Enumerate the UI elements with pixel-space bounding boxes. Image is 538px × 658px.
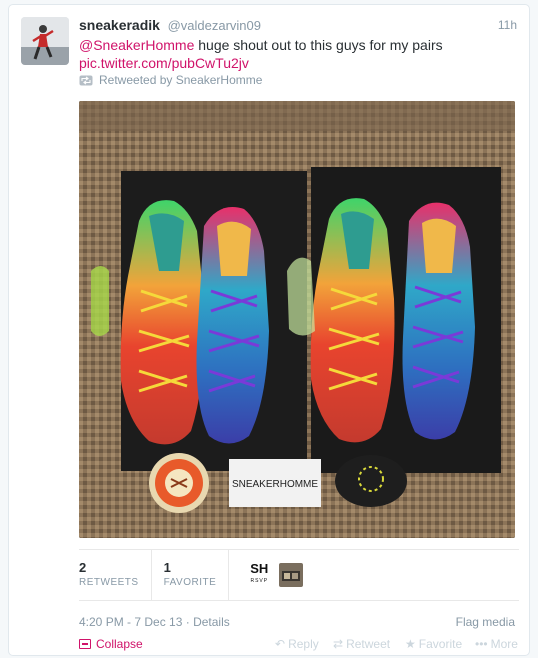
more-label: More: [490, 637, 518, 651]
reply-action[interactable]: ↶ Reply: [275, 637, 319, 651]
favoriter-avatar[interactable]: [279, 563, 304, 587]
user-handle[interactable]: @valdezarvin09: [168, 18, 261, 33]
user-avatar[interactable]: [21, 17, 69, 65]
tweet-time[interactable]: 11h: [498, 18, 517, 32]
favorites-stat[interactable]: 1 FAVORITE: [164, 550, 230, 600]
retweets-stat[interactable]: 2 RETWEETS: [79, 550, 152, 600]
tweet-text: @SneakerHomme huge shout out to this guy…: [79, 36, 517, 72]
retweet-icon: [79, 75, 93, 85]
retweets-count: 2: [79, 560, 87, 575]
star-icon: ★: [405, 637, 416, 651]
favorite-action[interactable]: ★ Favorite: [405, 637, 462, 651]
retweeted-by: Retweeted by SneakerHomme: [79, 73, 262, 87]
more-icon: •••: [475, 637, 488, 651]
photo-sign-text: SNEAKERHOMME: [232, 479, 318, 490]
tweet-meta: 4:20 PM - 7 Dec 13 · Details: [79, 615, 230, 629]
tweet-stats: 2 RETWEETS 1 FAVORITE SH RSVP: [79, 549, 519, 601]
sneakerhomme-avatar[interactable]: SH RSVP: [245, 562, 273, 588]
sh-logo-sub: RSVP: [250, 578, 269, 584]
mention-link[interactable]: @SneakerHomme: [79, 37, 194, 53]
collapse-link[interactable]: Collapse: [79, 637, 143, 651]
retweeted-by-text[interactable]: Retweeted by SneakerHomme: [99, 73, 262, 87]
details-link[interactable]: Details: [193, 615, 230, 629]
favorites-label: FAVORITE: [163, 577, 217, 588]
favorite-label: Favorite: [418, 637, 463, 651]
photo-link[interactable]: pic.twitter.com/pubCwTu2jv: [79, 55, 249, 71]
favoriter-avatars: SH RSVP: [241, 550, 304, 600]
sh-logo-text: SH: [250, 561, 269, 576]
user-fullname[interactable]: sneakeradik: [79, 17, 160, 33]
reply-label: Reply: [288, 637, 319, 651]
retweets-label: RETWEETS: [79, 577, 139, 588]
collapse-label: Collapse: [96, 637, 143, 651]
reply-icon: ↶: [275, 637, 286, 651]
retweet-action-icon: ⇄: [333, 637, 344, 651]
more-action[interactable]: ••• More: [475, 637, 518, 651]
tweet-photo[interactable]: SNEAKERHOMME: [79, 101, 515, 538]
tweet-actions: Collapse ↶ Reply ⇄ Retweet ★ Favorite ••…: [79, 637, 518, 655]
retweet-label: Retweet: [346, 637, 391, 651]
tweet-timestamp[interactable]: 4:20 PM - 7 Dec 13: [79, 615, 182, 629]
tweet-body: huge shout out to this guys for my pairs: [194, 37, 443, 53]
collapse-icon: [79, 639, 91, 649]
favorites-count: 1: [163, 560, 171, 575]
tweet-card: sneakeradik @valdezarvin09 11h @SneakerH…: [8, 4, 530, 656]
retweet-action[interactable]: ⇄ Retweet: [333, 637, 390, 651]
tweet-header: sneakeradik @valdezarvin09 11h: [79, 17, 517, 37]
flag-media-link[interactable]: Flag media: [456, 615, 515, 629]
